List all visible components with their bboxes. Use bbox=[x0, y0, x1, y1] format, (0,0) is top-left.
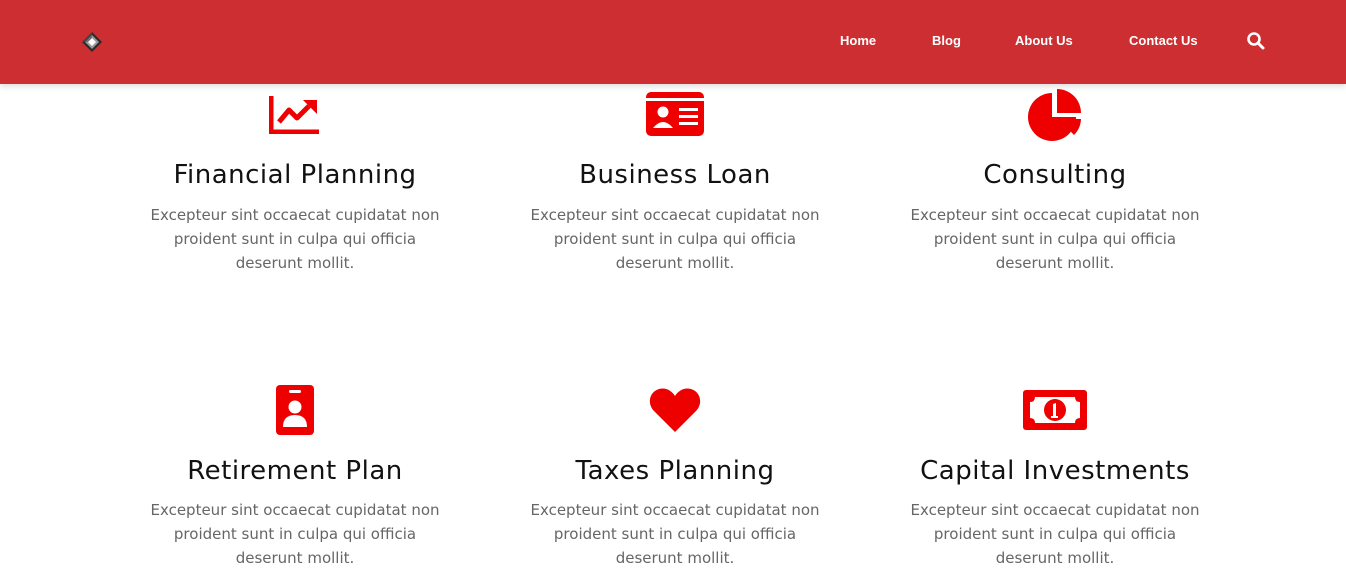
nav-home-link[interactable]: Home bbox=[840, 33, 876, 48]
service-title: Business Loan bbox=[579, 160, 771, 190]
search-icon[interactable] bbox=[1246, 31, 1266, 51]
heart-icon bbox=[649, 387, 701, 433]
service-description: Excepteur sint occaecat cupidatat non pr… bbox=[530, 206, 820, 272]
nav-contact-link[interactable]: Contact Us bbox=[1129, 33, 1198, 48]
service-title: Retirement Plan bbox=[187, 456, 403, 486]
id-card-icon bbox=[646, 92, 704, 136]
money-bill-icon bbox=[1023, 390, 1087, 430]
service-title: Consulting bbox=[983, 160, 1127, 190]
service-description: Excepteur sint occaecat cupidatat non pr… bbox=[530, 501, 820, 567]
id-badge-icon bbox=[276, 385, 314, 435]
service-title: Capital Investments bbox=[920, 456, 1190, 486]
service-description: Excepteur sint occaecat cupidatat non pr… bbox=[150, 501, 440, 567]
nav-blog-link[interactable]: Blog bbox=[932, 33, 961, 48]
service-description: Excepteur sint occaecat cupidatat non pr… bbox=[910, 206, 1200, 272]
pie-chart-icon bbox=[1028, 89, 1082, 141]
chart-line-icon bbox=[268, 94, 321, 135]
site-header: Home Blog About Us Contact Us bbox=[0, 0, 1346, 84]
services-grid: Financial Planning Excepteur sint occaec… bbox=[0, 0, 1346, 580]
diamond-logo-icon[interactable] bbox=[80, 30, 104, 54]
nav-about-link[interactable]: About Us bbox=[1015, 33, 1073, 48]
service-description: Excepteur sint occaecat cupidatat non pr… bbox=[910, 501, 1200, 567]
service-title: Financial Planning bbox=[173, 160, 417, 190]
service-description: Excepteur sint occaecat cupidatat non pr… bbox=[150, 206, 440, 272]
service-title: Taxes Planning bbox=[575, 456, 775, 486]
